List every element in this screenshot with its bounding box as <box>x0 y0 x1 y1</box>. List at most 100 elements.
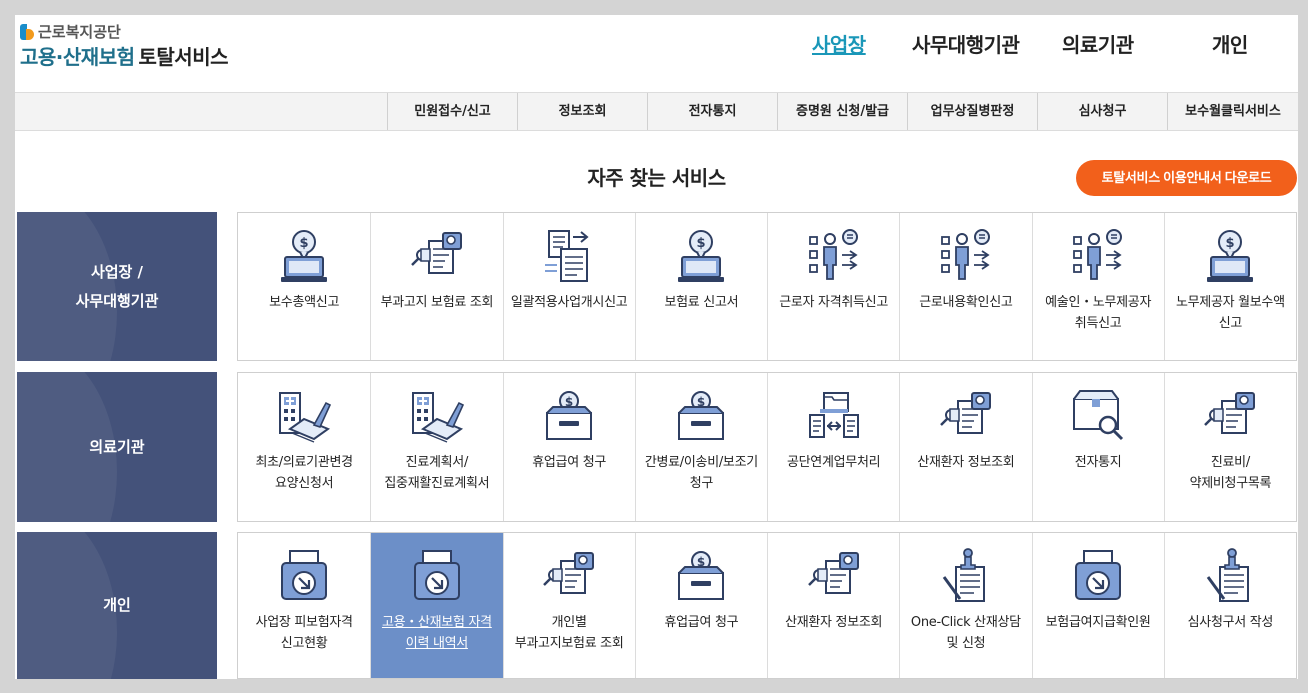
service-tile[interactable]: 전자통지 <box>1031 373 1164 521</box>
svg-text:$: $ <box>697 236 706 251</box>
service-tile-label: 사업장 피보험자격 신고현황 <box>255 615 353 651</box>
service-tile[interactable]: $ 휴업급여 청구 <box>502 373 635 521</box>
money-laptop-icon: $ <box>276 227 332 285</box>
nav-agency[interactable]: 사무대행기관 <box>912 29 1020 58</box>
service-tile[interactable]: 산재환자 정보조회 <box>767 533 899 678</box>
hospital-pen-icon <box>409 387 465 445</box>
service-tile[interactable]: 공단연계업무처리 <box>767 373 899 521</box>
service-tile-label: 부과고지 보험료 조회 <box>380 295 494 310</box>
page: 근로복지공단 고용·산재보험 토탈서비스 사업장 사무대행기관 의료기관 개인 민… <box>15 15 1298 679</box>
service-tile-label: 휴업급여 청구 <box>664 615 739 630</box>
service-tile[interactable]: One-Click 산재상담 및 신청 <box>899 533 1031 678</box>
printer-download-icon <box>1070 547 1126 605</box>
row-label-text: 사업장 / 사무대행기관 <box>75 263 159 310</box>
service-tile-label: One-Click 산재상담 및 신청 <box>910 615 1021 651</box>
money-laptop-icon: $ <box>673 227 729 285</box>
folder-exchange-icon <box>806 387 862 445</box>
service-tile-label: 일괄적용사업개시신고 <box>510 295 628 310</box>
service-tile-label: 간병료/이송비/보조기 청구 <box>644 455 758 491</box>
service-tile-label: 산재환자 정보조회 <box>785 615 883 630</box>
documents-transfer-icon <box>541 227 597 285</box>
service-tile[interactable]: 사업장 피보험자격 신고현황 <box>238 533 370 678</box>
svg-text:$: $ <box>300 236 309 251</box>
subnav-item-appeal[interactable]: 심사청구 <box>1037 93 1167 130</box>
subnav-item-certificate[interactable]: 증명원 신청/발급 <box>777 93 907 130</box>
row-label-text: 의료기관 <box>89 437 145 456</box>
service-tile[interactable]: 근로내용확인신고 <box>899 213 1031 360</box>
stamp-document-icon <box>938 547 994 605</box>
document-search-icon <box>541 547 597 605</box>
guide-download-button[interactable]: 토탈서비스 이용안내서 다운로드 <box>1076 160 1297 196</box>
printer-download-icon <box>409 547 465 605</box>
row-label: 사업장 / 사무대행기관 <box>17 212 217 361</box>
row-label: 의료기관 <box>17 372 217 522</box>
service-tile[interactable]: 근로자 자격취득신고 <box>767 213 899 360</box>
service-tile[interactable]: 진료비/약제비청구목록 <box>1163 373 1296 521</box>
money-laptop-icon: $ <box>1202 227 1258 285</box>
money-box-icon: $ <box>673 547 729 605</box>
service-tile[interactable]: $ 보수총액신고 <box>238 213 370 360</box>
service-tile-label: 전자통지 <box>1074 455 1122 470</box>
service-tile[interactable]: 고용・산재보험 자격 이력 내역서 <box>370 533 503 678</box>
service-tile[interactable]: 보험급여지급확인원 <box>1031 533 1164 678</box>
nav-medical[interactable]: 의료기관 <box>1062 29 1134 58</box>
service-tile[interactable]: 일괄적용사업개시신고 <box>502 213 635 360</box>
nav-workplace[interactable]: 사업장 <box>812 29 866 58</box>
service-tile-label: 보수총액신고 <box>269 295 340 310</box>
service-grid: $ 보수총액신고 부과고지 보험료 조회 일괄적용사업개시신고 $ 보험료 신고서 근로자 … <box>237 212 1297 361</box>
subnav-item-info[interactable]: 정보조회 <box>517 93 647 130</box>
person-checklist-icon <box>1070 227 1126 285</box>
nav-personal[interactable]: 개인 <box>1212 29 1248 58</box>
service-tile-label: 최초/의료기관변경 요양신청서 <box>255 455 353 491</box>
service-tile[interactable]: 최초/의료기관변경 요양신청서 <box>238 373 370 521</box>
service-tile-label: 공단연계업무처리 <box>786 455 881 470</box>
service-tile[interactable]: 심사청구서 작성 <box>1163 533 1296 678</box>
service-tile[interactable]: 산재환자 정보조회 <box>899 373 1031 521</box>
money-box-icon: $ <box>541 387 597 445</box>
service-tile-label: 휴업급여 청구 <box>532 455 607 470</box>
service-tile[interactable]: $ 노무제공자 월보수액 신고 <box>1163 213 1296 360</box>
subnav-item-complaint[interactable]: 민원접수/신고 <box>387 93 517 130</box>
service-tile-label: 산재환자 정보조회 <box>917 455 1015 470</box>
service-tile[interactable]: $ 간병료/이송비/보조기 청구 <box>634 373 767 521</box>
document-search-icon <box>938 387 994 445</box>
service-tile-label: 보험료 신고서 <box>664 295 739 310</box>
service-tile[interactable]: 예술인・노무제공자 취득신고 <box>1031 213 1164 360</box>
document-search-icon <box>409 227 465 285</box>
box-search-icon <box>1070 387 1126 445</box>
service-tile[interactable]: 진료계획서/집중재활진료계획서 <box>370 373 502 521</box>
service-tile[interactable]: $ 휴업급여 청구 <box>634 533 767 678</box>
person-checklist-icon <box>806 227 862 285</box>
service-tile-label: 예술인・노무제공자 취득신고 <box>1045 295 1152 331</box>
document-search-icon <box>806 547 862 605</box>
service-tile-label: 고용・산재보험 자격 이력 내역서 <box>381 615 492 651</box>
subnav-item-disease[interactable]: 업무상질병판정 <box>907 93 1037 130</box>
service-tile[interactable]: $ 보험료 신고서 <box>634 213 767 360</box>
service-tile-label: 근로내용확인신고 <box>919 295 1013 310</box>
service-tile[interactable]: 부과고지 보험료 조회 <box>370 213 502 360</box>
printer-download-icon <box>276 547 332 605</box>
subnav-item-notice[interactable]: 전자통지 <box>647 93 777 130</box>
service-tile-label: 보험급여지급확인원 <box>1045 615 1151 630</box>
stamp-document-icon <box>1202 547 1258 605</box>
sub-nav: 민원접수/신고 정보조회 전자통지 증명원 신청/발급 업무상질병판정 심사청구… <box>15 92 1298 131</box>
service-tile[interactable]: 개인별 부과고지보험료 조회 <box>502 533 635 678</box>
money-box-icon: $ <box>673 387 729 445</box>
service-tile-label: 노무제공자 월보수액 신고 <box>1175 295 1285 331</box>
person-checklist-icon <box>938 227 994 285</box>
subnav-item-oneclick[interactable]: 보수월클릭서비스 <box>1167 93 1298 130</box>
svg-text:$: $ <box>1226 236 1235 251</box>
row-label-text: 개인 <box>103 596 131 615</box>
service-tile-label: 개인별 부과고지보험료 조회 <box>514 615 624 651</box>
document-search-icon <box>1202 387 1258 445</box>
main-nav: 사업장 사무대행기관 의료기관 개인 <box>15 29 1298 59</box>
row-label: 개인 <box>17 532 217 679</box>
service-tile-label: 심사청구서 작성 <box>1187 615 1274 630</box>
service-grid: 사업장 피보험자격 신고현황 고용・산재보험 자격 이력 내역서 개인별 부과고지보… <box>237 532 1297 679</box>
service-tile-label: 진료계획서/집중재활진료계획서 <box>384 455 490 491</box>
service-grid: 최초/의료기관변경 요양신청서 진료계획서/집중재활진료계획서 $ 휴업급여 청구 $ 간… <box>237 372 1297 522</box>
service-tile-label: 진료비/약제비청구목록 <box>1189 455 1272 491</box>
hospital-pen-icon <box>276 387 332 445</box>
service-tile-label: 근로자 자격취득신고 <box>779 295 889 310</box>
header: 근로복지공단 고용·산재보험 토탈서비스 사업장 사무대행기관 의료기관 개인 <box>15 15 1298 92</box>
